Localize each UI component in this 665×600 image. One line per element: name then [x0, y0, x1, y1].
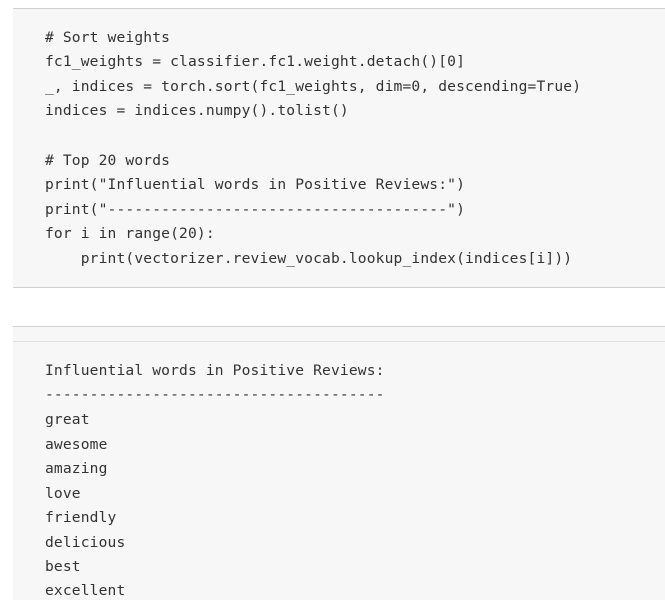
output-word: excellent: [45, 582, 126, 599]
output-word: best: [45, 558, 81, 575]
code-line-6: # Top 20 words: [45, 152, 171, 169]
code-line-2: fc1_weights = classifier.fc1.weight.deta…: [45, 53, 466, 70]
code-line-9: for i in range(20):: [45, 225, 215, 242]
output-word: amazing: [45, 460, 108, 477]
code-line-4: indices = indices.numpy().tolist(): [45, 102, 349, 119]
output-word: friendly: [45, 509, 117, 526]
code-line-10: print(vectorizer.review_vocab.lookup_ind…: [45, 250, 573, 267]
output-word: awesome: [45, 436, 108, 453]
output-word: delicious: [45, 534, 126, 551]
output-word: great: [45, 411, 90, 428]
code-line-7: print("Influential words in Positive Rev…: [45, 176, 466, 193]
code-line-3: _, indices = torch.sort(fc1_weights, dim…: [45, 78, 582, 95]
code-line-1: # Sort weights: [45, 29, 171, 46]
output-separator: --------------------------------------: [45, 386, 385, 403]
code-cell[interactable]: [13, 8, 665, 288]
code-line-8: print("---------------------------------…: [45, 201, 466, 218]
output-title: Influential words in Positive Reviews:: [45, 362, 385, 379]
output-word: love: [45, 485, 81, 502]
output-divider: [13, 341, 665, 342]
